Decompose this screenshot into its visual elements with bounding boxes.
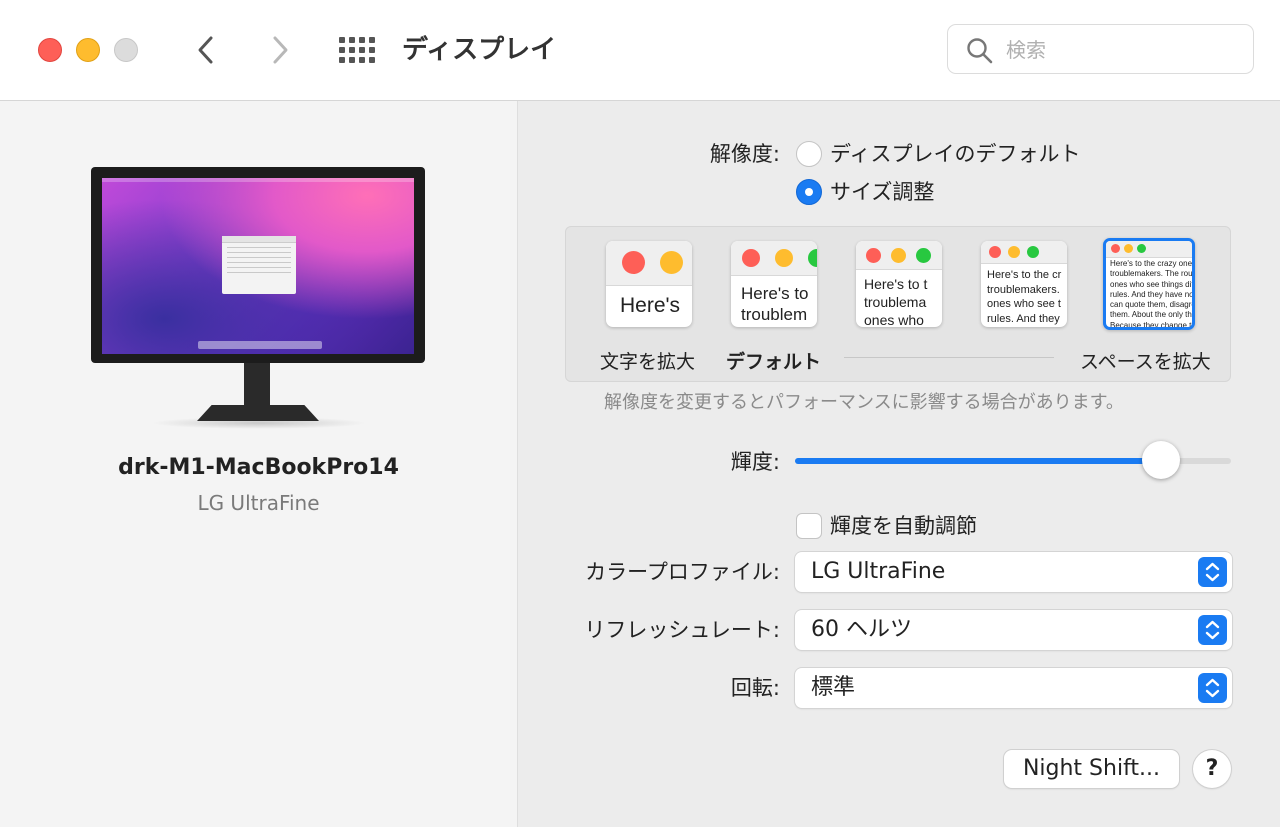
mini-dock bbox=[198, 341, 322, 349]
title-bar: ディスプレイ 検索 bbox=[0, 0, 1280, 101]
updown-chevron-icon bbox=[1198, 673, 1227, 703]
updown-chevron-icon bbox=[1198, 557, 1227, 587]
brightness-knob[interactable] bbox=[1142, 441, 1181, 479]
resolution-option-2[interactable]: Here's to troublem bbox=[731, 241, 817, 327]
device-name: drk-M1-MacBookPro14 bbox=[118, 455, 399, 480]
radio-scaled-label[interactable]: サイズ調整 bbox=[830, 178, 934, 206]
refresh-rate-value: 60 ヘルツ bbox=[811, 617, 912, 642]
resolution-option-3[interactable]: Here's to t troublema ones who bbox=[856, 241, 942, 327]
color-profile-label: カラープロファイル: bbox=[585, 560, 780, 584]
updown-chevron-icon bbox=[1198, 615, 1227, 645]
thumbnail-text: Here's to troublem bbox=[741, 284, 809, 324]
resolution-option-4[interactable]: Here's to the cr troublemakers. ones who… bbox=[981, 241, 1067, 327]
thumbnail-text: Here's to t troublema ones who bbox=[864, 276, 928, 327]
forward-button[interactable] bbox=[262, 32, 298, 68]
rotation-value: 標準 bbox=[811, 675, 856, 700]
zoom-button[interactable] bbox=[114, 38, 138, 62]
brightness-label: 輝度: bbox=[730, 450, 780, 474]
close-button[interactable] bbox=[38, 38, 62, 62]
brightness-fill bbox=[795, 458, 1162, 464]
resolution-option-more-space[interactable]: Here's to the crazy ones troublemakers. … bbox=[1103, 238, 1195, 330]
back-button[interactable] bbox=[188, 32, 224, 68]
radio-scaled[interactable] bbox=[796, 179, 822, 205]
auto-brightness-label[interactable]: 輝度を自動調節 bbox=[830, 512, 977, 540]
help-button[interactable]: ? bbox=[1193, 750, 1231, 788]
rotation-select[interactable]: 標準 bbox=[795, 668, 1232, 708]
search-icon bbox=[967, 38, 993, 64]
larger-text-label: 文字を拡大 bbox=[600, 351, 696, 373]
minimize-button[interactable] bbox=[76, 38, 100, 62]
default-label: デフォルト bbox=[726, 351, 822, 373]
scaled-resolution-panel: Here's Here's to troublem Here's to t tr… bbox=[565, 226, 1231, 382]
chevron-left-icon bbox=[198, 36, 213, 64]
show-all-button[interactable] bbox=[336, 34, 376, 66]
monitor-stand bbox=[244, 363, 270, 409]
chevron-right-icon bbox=[273, 36, 288, 64]
radio-display-default-label[interactable]: ディスプレイのデフォルト bbox=[830, 140, 1081, 168]
monitor-image bbox=[91, 167, 427, 429]
device-model: LG UltraFine bbox=[197, 491, 320, 515]
auto-brightness-checkbox[interactable] bbox=[796, 513, 822, 539]
monitor-screen bbox=[102, 178, 414, 354]
resolution-label: 解像度: bbox=[709, 142, 780, 166]
search-field[interactable]: 検索 bbox=[947, 24, 1254, 74]
display-sidebar: drk-M1-MacBookPro14 LG UltraFine bbox=[0, 101, 518, 827]
search-placeholder: 検索 bbox=[1006, 38, 1046, 62]
refresh-rate-select[interactable]: 60 ヘルツ bbox=[795, 610, 1232, 650]
mini-menubar bbox=[102, 178, 414, 182]
window-title: ディスプレイ bbox=[402, 35, 557, 65]
brightness-slider[interactable] bbox=[795, 441, 1231, 479]
thumbnail-text: Here's bbox=[620, 294, 681, 317]
refresh-rate-label: リフレッシュレート: bbox=[584, 618, 780, 642]
monitor-bezel bbox=[91, 167, 425, 363]
more-space-label: スペースを拡大 bbox=[1080, 351, 1211, 373]
rotation-label: 回転: bbox=[730, 676, 780, 700]
thumbnail-text: Here's to the cr troublemakers. ones who… bbox=[987, 269, 1062, 325]
mini-window bbox=[222, 236, 296, 294]
radio-display-default[interactable] bbox=[796, 141, 822, 167]
resolution-option-larger-text[interactable]: Here's bbox=[606, 241, 692, 327]
color-profile-value: LG UltraFine bbox=[811, 559, 946, 584]
monitor-base bbox=[197, 405, 319, 421]
scale-line bbox=[844, 357, 1054, 358]
thumbnail-text: Here's to the crazy ones troublemakers. … bbox=[1110, 259, 1195, 330]
performance-note: 解像度を変更するとパフォーマンスに影響する場合があります。 bbox=[604, 392, 1124, 413]
color-profile-select[interactable]: LG UltraFine bbox=[795, 552, 1232, 592]
night-shift-button[interactable]: Night Shift... bbox=[1004, 750, 1179, 788]
